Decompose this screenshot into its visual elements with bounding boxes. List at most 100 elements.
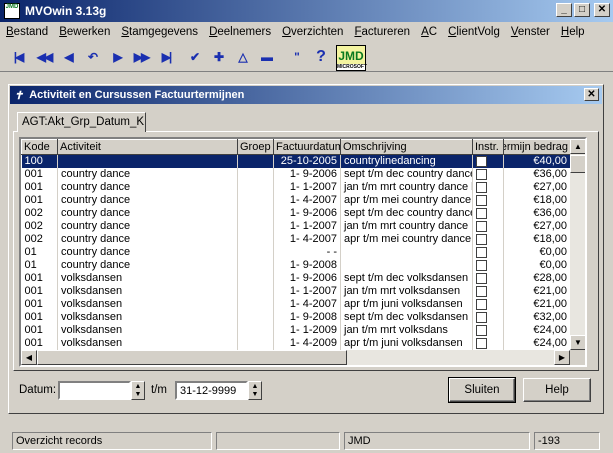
close-button[interactable]: ✕ [594, 3, 610, 17]
instr-checkbox[interactable] [476, 220, 487, 232]
table-row[interactable]: 001 country dance 1- 4-2007 apr t/m mei cou… [21, 194, 571, 207]
minimize-button[interactable]: _ [556, 3, 572, 17]
table-row[interactable]: 01 country dance 1- 9-2008 €0,00 [21, 259, 571, 272]
menu-help[interactable]: Help [561, 26, 585, 38]
instr-checkbox[interactable] [476, 311, 487, 323]
tab-agt-akt-grp-datum[interactable]: AGT:Akt_Grp_Datum_K [17, 112, 146, 132]
column-header-omschrijving[interactable]: Omschrijving [340, 139, 473, 155]
help-button[interactable]: Help [523, 378, 591, 402]
undo-icon[interactable]: ↶ [82, 47, 102, 67]
column-header-termijn-bedrag[interactable]: Termijn bedrag [503, 139, 571, 155]
instr-checkbox[interactable] [476, 324, 487, 336]
instr-checkbox[interactable] [476, 181, 487, 193]
datum-from-spinner[interactable]: ▲ ▼ [131, 381, 145, 400]
scroll-down-button[interactable]: ▼ [570, 335, 585, 350]
child-close-button[interactable]: ✕ [584, 88, 599, 101]
menu-stamgegevens[interactable]: Stamgegevens [121, 26, 198, 38]
table-row[interactable]: 01 country dance - - €0,00 [21, 246, 571, 259]
datum-from-input[interactable] [58, 381, 131, 400]
datum-to-spinner[interactable]: ▲ ▼ [248, 381, 262, 400]
delete-icon[interactable]: △ [232, 47, 252, 67]
vertical-scrollbar[interactable]: ▲ ▼ [570, 139, 585, 350]
menu-clientvolg[interactable]: ClientVolg [448, 26, 500, 38]
scroll-left-button[interactable]: ◀ [21, 350, 37, 365]
table-row[interactable]: 001 volksdansen 1- 1-2009 jan t/m mrt volks… [21, 324, 571, 337]
instr-checkbox[interactable] [476, 194, 487, 206]
menu-bestand[interactable]: Bestand [6, 26, 48, 38]
next-page-icon[interactable]: ▶▶ [131, 47, 151, 67]
cell-groep [237, 259, 274, 272]
next-record-icon[interactable]: ▶ [107, 47, 127, 67]
cell-instr [472, 259, 504, 272]
sluiten-button[interactable]: Sluiten [448, 377, 516, 403]
quote-icon[interactable]: " [286, 47, 306, 67]
cell-groep [237, 272, 274, 285]
add-icon[interactable]: ✚ [208, 47, 228, 67]
cell-instr [472, 154, 504, 168]
status-bar: Overzicht records JMD -193 [0, 430, 613, 453]
cell-omschrijving: sept t/m dec volksdansen [340, 311, 473, 324]
menu-overzichten[interactable]: Overzichten [282, 26, 343, 38]
cell-instr [472, 298, 504, 311]
instr-checkbox[interactable] [476, 298, 487, 310]
table-row[interactable]: 001 volksdansen 1- 9-2006 sept t/m dec volk… [21, 272, 571, 285]
vertical-scroll-thumb[interactable] [570, 155, 585, 173]
cell-factuurdatum: 1- 9-2006 [273, 168, 341, 181]
column-header-groep[interactable]: Groep [237, 139, 274, 155]
previous-page-icon[interactable]: ◀◀ [34, 47, 54, 67]
table-row[interactable]: 001 country dance 1- 1-2007 jan t/m mrt cou… [21, 181, 571, 194]
previous-record-icon[interactable]: ◀ [58, 47, 78, 67]
column-header-instr[interactable]: Instr. [472, 139, 504, 155]
cell-groep [237, 311, 274, 324]
table-row[interactable]: 001 volksdansen 1- 1-2007 jan t/m mrt volks… [21, 285, 571, 298]
instr-checkbox[interactable] [476, 337, 487, 349]
instr-checkbox[interactable] [476, 155, 487, 167]
instr-checkbox[interactable] [476, 168, 487, 180]
table-row[interactable]: 001 volksdansen 1- 9-2008 sept t/m dec volk… [21, 311, 571, 324]
menu-bewerken[interactable]: Bewerken [59, 26, 110, 38]
confirm-icon[interactable]: ✔ [184, 47, 204, 67]
cell-instr [472, 181, 504, 194]
maximize-button[interactable]: □ [574, 3, 590, 17]
help-icon[interactable]: ? [310, 47, 330, 67]
company-logo[interactable]: JMD MICROSOFT [336, 45, 367, 71]
instr-checkbox[interactable] [476, 246, 487, 258]
cancel-icon[interactable]: ▬ [256, 47, 276, 67]
horizontal-scroll-thumb[interactable] [37, 350, 347, 365]
cell-instr [472, 207, 504, 220]
instr-checkbox[interactable] [476, 233, 487, 245]
table-row[interactable]: 002 country dance 1- 1-2007 jan t/m mrt cou… [21, 220, 571, 233]
menu-factureren[interactable]: Factureren [354, 26, 410, 38]
status-user: JMD [344, 432, 530, 450]
instr-checkbox[interactable] [476, 272, 487, 284]
table-row[interactable]: 001 volksdansen 1- 4-2007 apr t/m juni volk… [21, 298, 571, 311]
table-row[interactable]: 002 country dance 1- 4-2007 apr t/m mei cou… [21, 233, 571, 246]
table-row[interactable]: 001 volksdansen 1- 4-2009 apr t/m juni volk… [21, 337, 571, 350]
menu-venster[interactable]: Venster [511, 26, 550, 38]
column-header-factuurdatum[interactable]: Factuurdatum [273, 139, 341, 155]
cell-activiteit: volksdansen [57, 337, 238, 350]
menu-ac[interactable]: AC [421, 26, 437, 38]
cell-instr [472, 246, 504, 259]
instr-checkbox[interactable] [476, 285, 487, 297]
datum-to-input[interactable]: 31-12-9999 [175, 381, 248, 400]
cell-kode: 002 [21, 220, 58, 233]
cell-groep [237, 207, 274, 220]
scroll-up-button[interactable]: ▲ [570, 139, 585, 154]
column-header-activiteit[interactable]: Activiteit [57, 139, 238, 155]
column-header-kode[interactable]: Kode [21, 139, 58, 155]
table-row[interactable]: 002 country dance 1- 9-2006 sept t/m dec co… [21, 207, 571, 220]
instr-checkbox[interactable] [476, 259, 487, 271]
cell-omschrijving: apr t/m juni volksdansen [340, 337, 473, 350]
menu-bar: Bestand Bewerken Stamgegevens Deelnemers… [0, 22, 613, 42]
table-row[interactable]: 100 25-10-2005 countrylinedancing €40,00 [21, 154, 571, 168]
records-grid[interactable]: Kode Activiteit Groep Factuurdatum Omsch… [19, 137, 587, 367]
app-logo-icon: JMD [4, 3, 20, 19]
table-row[interactable]: 001 country dance 1- 9-2006 sept t/m dec co… [21, 168, 571, 181]
first-record-icon[interactable]: |◀ [8, 47, 28, 67]
scroll-right-button[interactable]: ▶ [554, 350, 570, 365]
last-record-icon[interactable]: ▶| [156, 47, 176, 67]
menu-deelnemers[interactable]: Deelnemers [209, 26, 271, 38]
horizontal-scrollbar[interactable]: ◀ ▶ [21, 350, 570, 365]
instr-checkbox[interactable] [476, 207, 487, 219]
